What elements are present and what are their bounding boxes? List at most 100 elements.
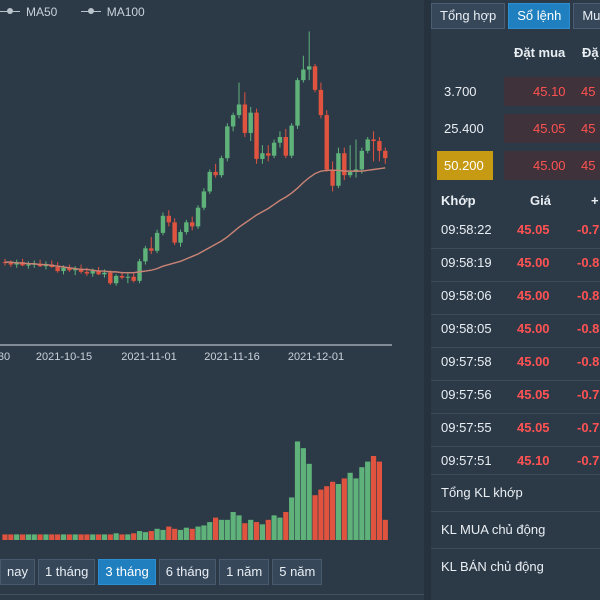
x-tick-label: 2021-11-16: [204, 351, 259, 363]
candle-body: [143, 248, 148, 262]
volume-bar: [78, 534, 84, 540]
summary-total-volume-label: Tổng KL khớp: [441, 485, 523, 500]
volume-bar: [294, 441, 301, 540]
range-button-3-months[interactable]: 3 tháng: [98, 559, 156, 585]
chart-legend: MA50 MA100: [0, 1, 165, 19]
trade-price: 45.05: [517, 387, 550, 402]
candle-body: [184, 222, 189, 233]
candle-body: [271, 142, 277, 156]
volume-bar: [376, 461, 382, 540]
bottom-divider: [0, 594, 424, 595]
trade-change: -0.7: [577, 453, 600, 468]
trade-price: 45.10: [517, 453, 550, 468]
ask-price: 45: [581, 121, 596, 136]
volume-bar: [125, 534, 131, 540]
trade-price: 45.00: [517, 288, 550, 303]
legend-ma50-label: MA50: [26, 4, 58, 19]
candle-body: [277, 137, 283, 143]
volume-bar: [382, 519, 388, 540]
candle-body: [26, 264, 31, 266]
bid-row[interactable]: 3.700 45.10 45: [436, 77, 600, 106]
trade-change: -0.8: [577, 321, 600, 336]
volume-bar: [113, 533, 119, 540]
trade-row[interactable]: 09:58:22 45.05 -0.7: [431, 215, 600, 249]
summary-buy-active: KL MUA chủ động: [431, 511, 600, 549]
candle-body: [8, 262, 14, 265]
volume-bar: [131, 533, 137, 540]
volume-bar: [353, 478, 359, 540]
trade-time: 09:58:05: [441, 321, 492, 336]
candle-body: [113, 275, 119, 284]
volume-bar: [324, 486, 330, 540]
bid-price: 45.10: [533, 84, 566, 99]
volume-bar: [8, 534, 14, 540]
trade-price: 45.05: [517, 420, 550, 435]
candle-body: [172, 222, 177, 243]
range-button-5-years[interactable]: 5 năm: [272, 559, 323, 585]
trade-row[interactable]: 09:58:19 45.00 -0.8: [431, 248, 600, 282]
candle-body: [242, 104, 248, 133]
volume-bar: [370, 456, 377, 540]
legend-ma50[interactable]: MA50: [0, 5, 57, 19]
trade-time: 09:57:56: [441, 387, 492, 402]
candle-body: [90, 271, 95, 274]
candle-body: [295, 80, 300, 126]
bid-volume: 25.400: [444, 121, 484, 136]
trade-time: 09:57:51: [441, 453, 492, 468]
volume-bar: [25, 534, 31, 540]
volume-bar: [154, 528, 160, 540]
summary-sell-active: KL BÁN chủ động: [431, 548, 600, 586]
trade-time: 09:58:06: [441, 288, 492, 303]
trade-row[interactable]: 09:58:05 45.00 -0.8: [431, 314, 600, 348]
chart-area: 30 2021-10-15 2021-11-01 2021-11-16 2021-12-…: [0, 0, 424, 600]
candle-body: [324, 115, 329, 170]
tab-summary[interactable]: Tổng hợp: [431, 3, 506, 29]
bid-row-highlighted[interactable]: 50.200 45.00 45: [436, 151, 600, 180]
trade-time: 09:57:58: [441, 354, 492, 369]
bid-row[interactable]: 25.400 45.05 45: [436, 114, 600, 143]
candle-body: [195, 207, 201, 227]
trade-row[interactable]: 09:57:58 45.00 -0.8: [431, 347, 600, 381]
volume-bar: [84, 534, 90, 540]
candle-body: [260, 153, 265, 159]
volume-bar: [96, 534, 102, 540]
legend-ma100-swatch: [80, 8, 101, 14]
candle-body: [160, 215, 166, 233]
range-button-day[interactable]: nay: [0, 559, 35, 585]
volume-bar: [259, 524, 265, 540]
range-button-1-year[interactable]: 1 năm: [219, 559, 270, 585]
legend-ma100[interactable]: MA100: [80, 4, 145, 19]
volume-bar: [195, 526, 201, 540]
price-chart[interactable]: 30 2021-10-15 2021-11-01 2021-11-16 2021-12-…: [0, 0, 424, 600]
panel-separator: [424, 0, 431, 600]
candle-body: [61, 267, 66, 272]
volume-bar: [207, 522, 213, 540]
candle-body: [102, 272, 107, 275]
candle-body: [219, 158, 224, 176]
volume-bar: [318, 489, 324, 540]
range-button-1-month[interactable]: 1 tháng: [37, 559, 96, 585]
volume-bar: [265, 519, 271, 540]
candle-body: [301, 69, 306, 81]
candle-body: [318, 89, 324, 116]
trade-row[interactable]: 09:58:06 45.00 -0.8: [431, 281, 600, 315]
trade-row[interactable]: 09:57:55 45.05 -0.7: [431, 413, 600, 447]
volume-bar: [242, 523, 248, 540]
legend-ma100-label: MA100: [106, 4, 145, 19]
volume-bar: [142, 532, 148, 540]
bid-header-label: Đặt mua: [514, 45, 566, 60]
bid-volume: 50.200: [444, 158, 484, 173]
candle-body: [119, 275, 125, 278]
tab-order-book[interactable]: Sổ lệnh: [508, 3, 571, 29]
candle-body: [213, 171, 218, 176]
volume-bar: [300, 448, 306, 540]
trade-row[interactable]: 09:57:56 45.05 -0.7: [431, 380, 600, 414]
trade-change: -0.7: [577, 387, 600, 402]
trade-time: 09:58:19: [441, 255, 492, 270]
summary-total-volume: Tổng KL khớp: [431, 474, 600, 512]
tab-more[interactable]: Mu: [573, 3, 600, 29]
bid-price: 45.05: [533, 121, 566, 136]
range-button-6-months[interactable]: 6 tháng: [158, 559, 217, 585]
trade-price: 45.00: [517, 255, 550, 270]
volume-bar: [230, 512, 236, 540]
